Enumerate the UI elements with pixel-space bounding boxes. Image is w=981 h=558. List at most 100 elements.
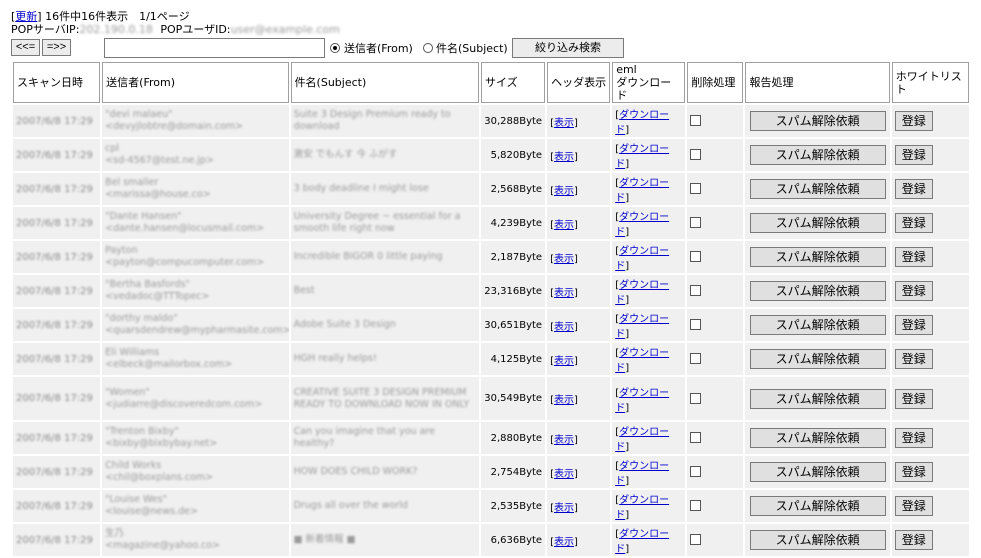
sender-address: <dante.hansen@locusmail.com> <box>105 223 265 234</box>
whitelist-register-button[interactable]: 登録 <box>894 145 933 165</box>
whitelist-cell: 登録 <box>891 422 969 454</box>
subject-text: Can you imagine that you are healthy? <box>293 426 435 449</box>
download-eml-link[interactable]: ダウンロード <box>615 348 669 374</box>
download-eml-link[interactable]: ダウンロード <box>615 144 669 170</box>
whitelist-register-button[interactable]: 登録 <box>894 530 933 550</box>
view-header-link[interactable]: 表示 <box>554 395 574 406</box>
whitelist-register-button[interactable]: 登録 <box>894 247 933 267</box>
spam-release-button[interactable]: スパム解除依頼 <box>749 530 886 550</box>
spam-release-button[interactable]: スパム解除依頼 <box>749 496 886 516</box>
subject-text: ■ 新着情報 ■ <box>293 534 356 545</box>
delete-checkbox[interactable] <box>690 466 702 478</box>
delete-checkbox[interactable] <box>690 251 702 263</box>
download-eml-link[interactable]: ダウンロード <box>615 246 669 272</box>
whitelist-register-button[interactable]: 登録 <box>894 111 933 131</box>
table-row: 2007/6/8 17:29 Child Works <chil@boxplans.… <box>13 456 969 488</box>
view-header-link[interactable]: 表示 <box>554 435 574 446</box>
search-input[interactable] <box>104 38 325 58</box>
delete-checkbox[interactable] <box>690 285 702 297</box>
radio-from[interactable] <box>330 43 340 53</box>
download-cell: [ダウンロード] <box>612 456 686 488</box>
download-eml-link[interactable]: ダウンロード <box>615 110 669 136</box>
report-cell: スパム解除依頼 <box>745 173 890 205</box>
whitelist-register-button[interactable]: 登録 <box>894 281 933 301</box>
subject-cell: HOW DOES CHILD WORK? <box>290 456 479 488</box>
scan-date-cell: 2007/6/8 17:29 <box>13 241 101 273</box>
subject-cell: 3 body deadline I might lose <box>290 173 479 205</box>
delete-checkbox[interactable] <box>690 353 702 365</box>
view-header-link[interactable]: 表示 <box>554 469 574 480</box>
spam-release-button[interactable]: スパム解除依頼 <box>749 428 886 448</box>
next-page-button[interactable]: =>> <box>42 39 71 56</box>
pop-user-value: user@example.com <box>230 23 340 36</box>
download-eml-link[interactable]: ダウンロード <box>615 212 669 238</box>
filter-search-button[interactable]: 絞り込み検索 <box>512 38 624 58</box>
download-eml-link[interactable]: ダウンロード <box>615 461 669 487</box>
whitelist-register-button[interactable]: 登録 <box>894 315 933 335</box>
view-header-link[interactable]: 表示 <box>554 152 574 163</box>
download-cell: [ダウンロード] <box>612 275 686 307</box>
refresh-link[interactable]: 更新 <box>15 10 37 23</box>
download-eml-link[interactable]: ダウンロード <box>615 495 669 521</box>
sender-address: <elbeck@mailorbox.com> <box>105 359 233 370</box>
delete-checkbox[interactable] <box>690 149 702 161</box>
whitelist-register-button[interactable]: 登録 <box>894 349 933 369</box>
delete-checkbox[interactable] <box>690 534 702 546</box>
delete-checkbox[interactable] <box>690 115 702 127</box>
spam-release-button[interactable]: スパム解除依頼 <box>749 111 886 131</box>
download-eml-link[interactable]: ダウンロード <box>615 280 669 306</box>
whitelist-register-button[interactable]: 登録 <box>894 496 933 516</box>
pop-info-line: POPサーバIP:202.190.0.18 POPユーザID:user@exam… <box>11 23 971 36</box>
spam-release-button[interactable]: スパム解除依頼 <box>749 145 886 165</box>
prev-page-button[interactable]: <<= <box>11 39 40 56</box>
report-cell: スパム解除依頼 <box>745 343 890 375</box>
download-eml-link[interactable]: ダウンロード <box>615 178 669 204</box>
whitelist-register-button[interactable]: 登録 <box>894 428 933 448</box>
subject-text: HGH really helps! <box>293 353 377 364</box>
download-eml-link[interactable]: ダウンロード <box>615 388 669 414</box>
spam-release-button[interactable]: スパム解除依頼 <box>749 179 886 199</box>
whitelist-register-button[interactable]: 登録 <box>894 179 933 199</box>
radio-subject[interactable] <box>423 43 433 53</box>
subject-cell: HGH really helps! <box>290 343 479 375</box>
download-eml-link[interactable]: ダウンロード <box>615 427 669 453</box>
view-header-link[interactable]: 表示 <box>554 537 574 548</box>
spam-release-button[interactable]: スパム解除依頼 <box>749 315 886 335</box>
spam-release-button[interactable]: スパム解除依頼 <box>749 281 886 301</box>
whitelist-register-button[interactable]: 登録 <box>894 388 933 409</box>
whitelist-register-button[interactable]: 登録 <box>894 213 933 233</box>
delete-checkbox[interactable] <box>690 500 702 512</box>
from-cell: Payton <payton@compucomputer.com> <box>102 241 289 273</box>
subject-text: Best <box>293 285 315 296</box>
whitelist-register-button[interactable]: 登録 <box>894 462 933 482</box>
scan-date-cell: 2007/6/8 17:29 <box>13 490 101 522</box>
delete-checkbox[interactable] <box>690 432 702 444</box>
spam-release-button[interactable]: スパム解除依頼 <box>749 247 886 267</box>
view-header-link[interactable]: 表示 <box>554 118 574 129</box>
spam-release-button[interactable]: スパム解除依頼 <box>749 213 886 233</box>
view-header-link[interactable]: 表示 <box>554 356 574 367</box>
download-eml-link[interactable]: ダウンロード <box>615 314 669 340</box>
spam-release-button[interactable]: スパム解除依頼 <box>749 462 886 482</box>
view-header-link[interactable]: 表示 <box>554 288 574 299</box>
whitelist-cell: 登録 <box>891 207 969 239</box>
view-header-link[interactable]: 表示 <box>554 220 574 231</box>
download-eml-link[interactable]: ダウンロード <box>615 529 669 555</box>
count-text: 16件中16件表示 1/1ページ <box>45 10 190 23</box>
view-header-link[interactable]: 表示 <box>554 186 574 197</box>
delete-checkbox[interactable] <box>690 217 702 229</box>
col-header-header-view: ヘッダ表示 <box>547 62 611 103</box>
delete-checkbox[interactable] <box>690 319 702 331</box>
view-header-link[interactable]: 表示 <box>554 503 574 514</box>
spam-release-button[interactable]: スパム解除依頼 <box>749 349 886 369</box>
delete-checkbox[interactable] <box>690 392 702 404</box>
subject-cell: Can you imagine that you are healthy? <box>290 422 479 454</box>
size-cell: 4,239Byte <box>480 207 546 239</box>
size-cell: 5,820Byte <box>480 139 546 171</box>
sender-name: "Women" <box>105 386 150 398</box>
spam-release-button[interactable]: スパム解除依頼 <box>749 388 886 409</box>
view-header-link[interactable]: 表示 <box>554 322 574 333</box>
scan-date-cell: 2007/6/8 17:29 <box>13 456 101 488</box>
view-header-link[interactable]: 表示 <box>554 254 574 265</box>
delete-checkbox[interactable] <box>690 183 702 195</box>
